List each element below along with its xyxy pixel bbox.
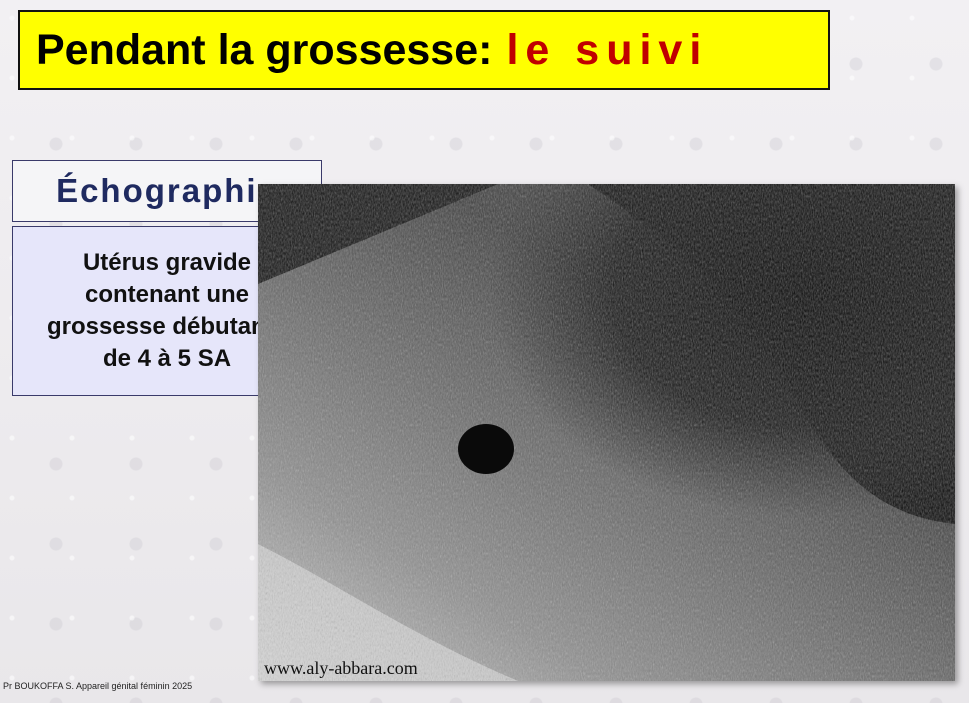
description-line: Utérus gravide: [82, 249, 252, 276]
footer-credit: Pr BOUKOFFA S. Appareil génital féminin …: [3, 681, 193, 691]
title-accent: le suivi: [506, 25, 709, 74]
gestational-sac: [458, 424, 514, 474]
slide-title: Pendant la grossesse: le suivi: [18, 10, 830, 90]
ultrasound-image: www.aly-abbara.com: [258, 184, 955, 681]
description-line: grossesse débutante: [46, 313, 288, 340]
ultrasound-graphic: www.aly-abbara.com: [258, 184, 955, 681]
title-main: Pendant la grossesse:: [36, 25, 493, 74]
description-line: contenant une: [84, 281, 249, 308]
description-line: de 4 à 5 SA: [102, 345, 232, 372]
image-watermark: www.aly-abbara.com: [264, 658, 418, 678]
